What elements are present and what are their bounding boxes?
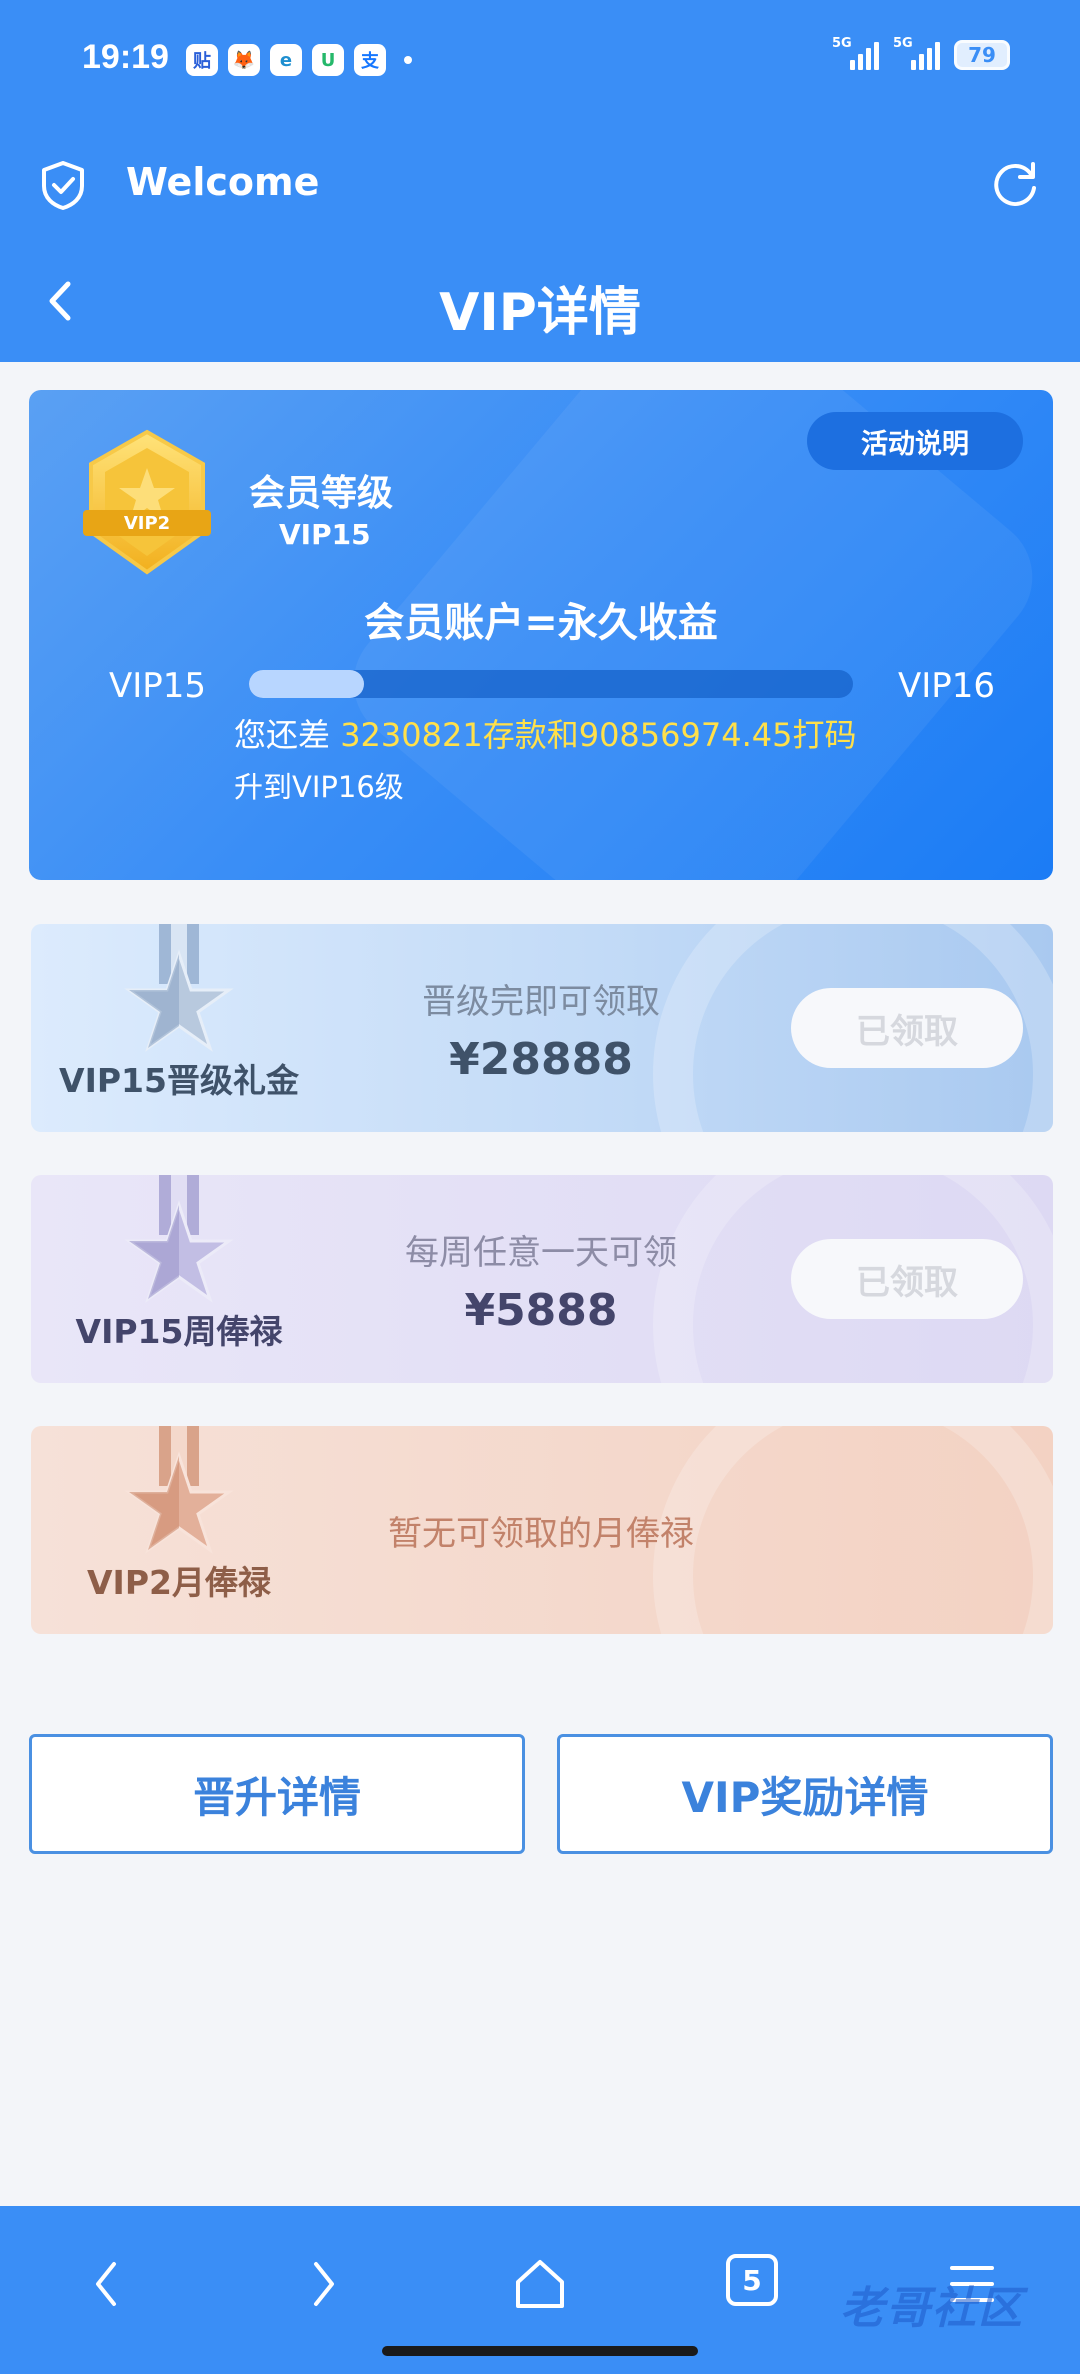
requirement-amount: 3230821存款和90856974.45打码 [340,716,857,754]
home-icon[interactable] [510,2254,570,2314]
level-progress-fill [249,670,364,698]
status-bar: 19:19 贴 🦊 e U 支 5G 5G 79 [0,0,1080,120]
signal-icon: 5G [832,36,879,70]
vip-reward-details-button[interactable]: VIP奖励详情 [557,1734,1053,1854]
monthly-salary-card: VIP2月俸禄 暂无可领取的月俸禄 [31,1426,1053,1634]
page-title: VIP详情 [439,283,641,343]
signal-icon-2: 5G [893,36,940,70]
reward-desc: 每周任意一天可领 [405,1233,677,1273]
refresh-icon[interactable] [990,158,1042,210]
security-shield-icon[interactable] [40,160,86,210]
requirement-prefix: 您还差 [234,716,331,754]
browser-back-icon[interactable] [78,2254,138,2314]
silver-star-medal-icon [124,924,234,1052]
notification-icons: 贴 🦊 e U 支 [186,44,412,76]
shield-app-icon: U [312,44,344,76]
status-indicators: 5G 5G 79 [832,36,1010,70]
vip-badge-icon: VIP2 [83,429,211,575]
signal-label-2: 5G [893,36,913,51]
alipay-app-icon: 支 [354,44,386,76]
tieba-app-icon: 贴 [186,44,218,76]
reward-name: VIP15周俸禄 [75,1312,283,1351]
reward-name: VIP15晋级礼金 [59,1061,299,1100]
reward-amount: ¥28888 [449,1034,633,1085]
bronze-star-medal-icon [124,1426,234,1554]
watermark-logo: 老哥社区 [840,2283,1024,2334]
gesture-home-indicator[interactable] [382,2346,698,2356]
upgrade-requirement: 您还差 3230821存款和90856974.45打码 [234,710,856,756]
reward-desc: 暂无可领取的月俸禄 [388,1514,694,1554]
signal-label: 5G [832,36,852,51]
member-level-value: VIP15 [279,518,371,551]
reward-name: VIP2月俸禄 [87,1563,271,1602]
purple-star-medal-icon [124,1175,234,1303]
activity-info-button[interactable]: 活动说明 [807,412,1023,470]
requirement-suffix: 升到VIP16级 [234,770,404,804]
weekly-salary-card: VIP15周俸禄 每周任意一天可领 ¥5888 已领取 [31,1175,1053,1383]
battery-icon: 79 [954,40,1010,70]
site-title[interactable]: Welcome [126,160,319,204]
card-slogan: 会员账户=永久收益 [364,600,718,646]
status-time: 19:19 [82,38,169,76]
next-level-label: VIP16 [897,666,995,706]
upgrade-bonus-card: VIP15晋级礼金 晋级完即可领取 ¥28888 已领取 [31,924,1053,1132]
vip-level-card: 活动说明 VIP2 会员等级 VIP15 会员账户=永久收益 VIP15 VIP… [29,390,1053,880]
reward-desc: 晋级完即可领取 [422,982,660,1022]
level-progress-bar [249,670,853,698]
more-notifications-icon [404,56,412,64]
tabs-count-icon[interactable]: 5 [726,2254,778,2306]
badge-label: VIP2 [124,513,170,534]
promotion-details-button[interactable]: 晋升详情 [29,1734,525,1854]
browser-forward-icon[interactable] [292,2254,352,2314]
claimed-button[interactable]: 已领取 [791,988,1023,1068]
edge-app-icon: e [270,44,302,76]
top-header-area: 19:19 贴 🦊 e U 支 5G 5G 79 Welcome VIP详情 [0,0,1080,362]
member-level-label: 会员等级 [249,473,394,514]
reward-amount: ¥5888 [464,1285,618,1336]
browser-address-bar: Welcome [0,140,1080,230]
fox-app-icon: 🦊 [228,44,260,76]
page-nav-bar: VIP详情 [0,250,1080,350]
claimed-button[interactable]: 已领取 [791,1239,1023,1319]
current-level-label: VIP15 [109,666,207,706]
